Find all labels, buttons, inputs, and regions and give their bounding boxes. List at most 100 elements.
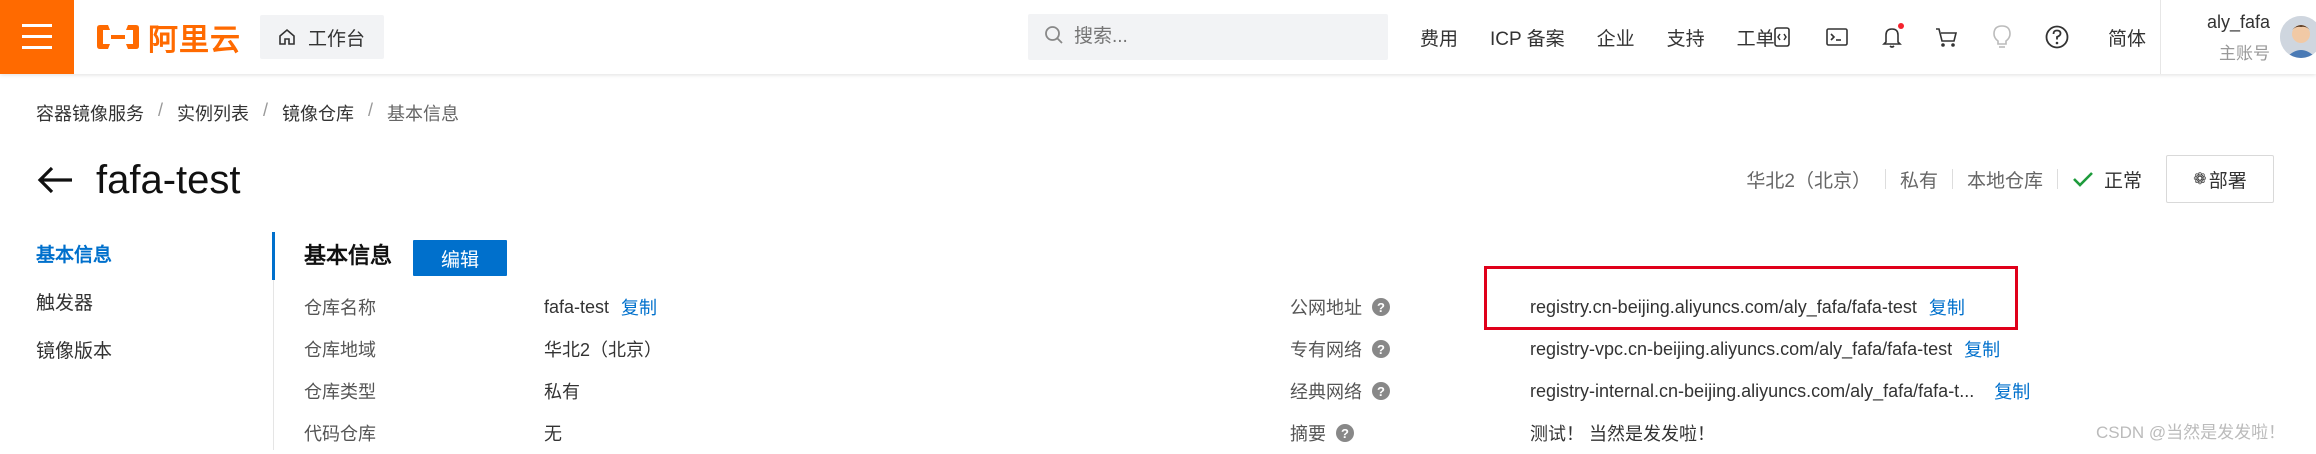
info-row-classic-address: 经典网络 ? [1290, 370, 1390, 412]
user-name: aly_fafa [2206, 12, 2270, 32]
info-row-repo-name: 仓库名称 [304, 286, 376, 328]
breadcrumb-separator: / [368, 100, 374, 120]
nav-link-enterprise[interactable]: 企业 [1597, 24, 1635, 51]
top-navbar: 阿里云 工作台 费用 ICP 备案 企业 支持 工单 [0, 0, 2316, 74]
sidenav-item-basic-info[interactable]: 基本信息 [0, 232, 274, 280]
hamburger-menu-button[interactable] [0, 0, 74, 74]
info-row-code-repo: 代码仓库 [304, 412, 376, 454]
region-text: 华北2（北京） [1746, 170, 1871, 192]
sidenav-item-image-versions[interactable]: 镜像版本 [0, 328, 274, 376]
annotation-highlight-box [1484, 266, 2018, 330]
global-search[interactable] [1028, 14, 1388, 60]
nav-link-support[interactable]: 支持 [1667, 24, 1705, 51]
home-icon [278, 28, 296, 46]
breadcrumb: 容器镜像服务 / 实例列表 / 镜像仓库 / 基本信息 [36, 100, 459, 126]
help-icon[interactable]: ? [1372, 382, 1390, 400]
nav-link-icp[interactable]: ICP 备案 [1490, 24, 1565, 51]
page-title: fafa-test [96, 157, 241, 202]
aliyun-logo-icon [97, 25, 139, 49]
info-value-region: 华北2（北京） [544, 328, 662, 370]
info-label: 仓库地域 [304, 340, 376, 360]
info-value: registry-vpc.cn-beijing.aliyuncs.com/aly… [1530, 338, 1953, 359]
logo-text: 阿里云 [148, 24, 241, 57]
watermark: CSDN @当然是发发啦！ [2096, 423, 2286, 442]
info-value-vpc-address: registry-vpc.cn-beijing.aliyuncs.com/aly… [1530, 328, 2000, 370]
code-icon[interactable] [1768, 23, 1796, 51]
breadcrumb-separator: / [158, 100, 164, 120]
sidenav-divider [273, 280, 274, 450]
info-row-public-address: 公网地址 ? [1290, 286, 1390, 328]
info-value-summary: 测试！ 当然是发发啦！ [1530, 412, 1715, 454]
info-row-vpc-address: 专有网络 ? [1290, 328, 1390, 370]
nav-link-billing[interactable]: 费用 [1420, 24, 1458, 51]
info-label: 仓库名称 [304, 298, 376, 318]
info-value-repo-name: fafa-test 复制 [544, 286, 657, 328]
info-value-repo-type: 私有 [544, 370, 580, 412]
visibility-text: 私有 [1899, 170, 1938, 192]
info-label: 摘要 [1290, 424, 1326, 444]
help-icon[interactable]: ? [1372, 340, 1390, 358]
status-separator [1884, 169, 1886, 189]
top-nav-icons [1768, 0, 2098, 74]
terminal-icon[interactable] [1823, 23, 1851, 51]
copy-repo-name-button[interactable]: 复制 [621, 294, 657, 320]
status-text: 正常 [2103, 170, 2142, 192]
aliyun-logo[interactable]: 阿里云 [96, 20, 241, 57]
help-icon[interactable]: ? [1336, 424, 1354, 442]
help-icon[interactable] [2043, 23, 2071, 51]
repo-kind-text: 本地仓库 [1966, 170, 2043, 192]
info-label: 仓库类型 [304, 382, 376, 402]
status-separator [2056, 169, 2058, 189]
info-value-classic-address: registry-internal.cn-beijing.aliyuncs.co… [1530, 370, 2030, 412]
info-value: 无 [544, 424, 562, 444]
breadcrumb-item-instances[interactable]: 实例列表 [177, 100, 249, 126]
info-label: 公网地址 [1290, 298, 1362, 318]
copy-classic-address-button[interactable]: 复制 [1994, 378, 2030, 404]
breadcrumb-item-current: 基本信息 [387, 104, 460, 124]
info-label: 经典网络 [1290, 382, 1362, 402]
sidenav-item-triggers[interactable]: 触发器 [0, 280, 274, 328]
user-info[interactable]: aly_fafa 主账号 [2160, 12, 2270, 64]
top-nav-links: 费用 ICP 备案 企业 支持 工单 [1420, 0, 1807, 74]
help-icon[interactable]: ? [1372, 298, 1390, 316]
info-row-summary: 摘要 ? [1290, 412, 1354, 454]
search-input[interactable] [1074, 26, 1354, 48]
page-header: fafa-test [36, 150, 241, 210]
repo-status-bar: 华北2（北京） 私有 本地仓库 正常 ❁ 部署 [1746, 154, 2274, 204]
info-label: 代码仓库 [304, 424, 376, 444]
info-value: 测试！ 当然是发发啦！ [1530, 424, 1715, 444]
info-value: fafa-test [544, 296, 610, 317]
edit-button[interactable]: 编辑 [413, 240, 507, 276]
info-row-region: 仓库地域 [304, 328, 376, 370]
info-row-repo-type: 仓库类型 [304, 370, 376, 412]
info-value-code-repo: 无 [544, 412, 562, 454]
workbench-button[interactable]: 工作台 [260, 15, 384, 59]
search-icon [1044, 25, 1064, 50]
section-title: 基本信息 [304, 243, 393, 268]
breadcrumb-item-registry[interactable]: 容器镜像服务 [36, 100, 144, 126]
avatar[interactable] [2280, 16, 2316, 58]
back-arrow-icon[interactable] [36, 160, 76, 200]
deploy-label: 部署 [2208, 170, 2247, 192]
bell-icon[interactable] [1878, 23, 1906, 51]
sidenav-active-indicator [272, 232, 275, 280]
breadcrumb-separator: / [263, 100, 269, 120]
info-value: registry-internal.cn-beijing.aliyuncs.co… [1530, 380, 1975, 401]
deploy-icon: ❁ [2193, 171, 2207, 188]
copy-vpc-address-button[interactable]: 复制 [1964, 336, 2000, 362]
info-label: 专有网络 [1290, 340, 1362, 360]
user-role: 主账号 [2219, 44, 2270, 63]
side-nav: 基本信息 触发器 镜像版本 [0, 232, 274, 376]
deploy-button[interactable]: ❁ 部署 [2166, 155, 2274, 203]
info-value: 华北2（北京） [544, 340, 663, 360]
notification-dot [1898, 23, 1904, 29]
workbench-label: 工作台 [308, 28, 366, 50]
status-separator [1951, 169, 1953, 189]
lightbulb-icon[interactable] [1988, 23, 2016, 51]
breadcrumb-item-repositories[interactable]: 镜像仓库 [282, 100, 354, 126]
check-icon [2073, 172, 2093, 187]
status-badge: 正常 [2072, 166, 2142, 193]
language-switch[interactable]: 简体 [2108, 24, 2146, 51]
cart-icon[interactable] [1933, 23, 1961, 51]
info-value: 私有 [544, 382, 580, 402]
